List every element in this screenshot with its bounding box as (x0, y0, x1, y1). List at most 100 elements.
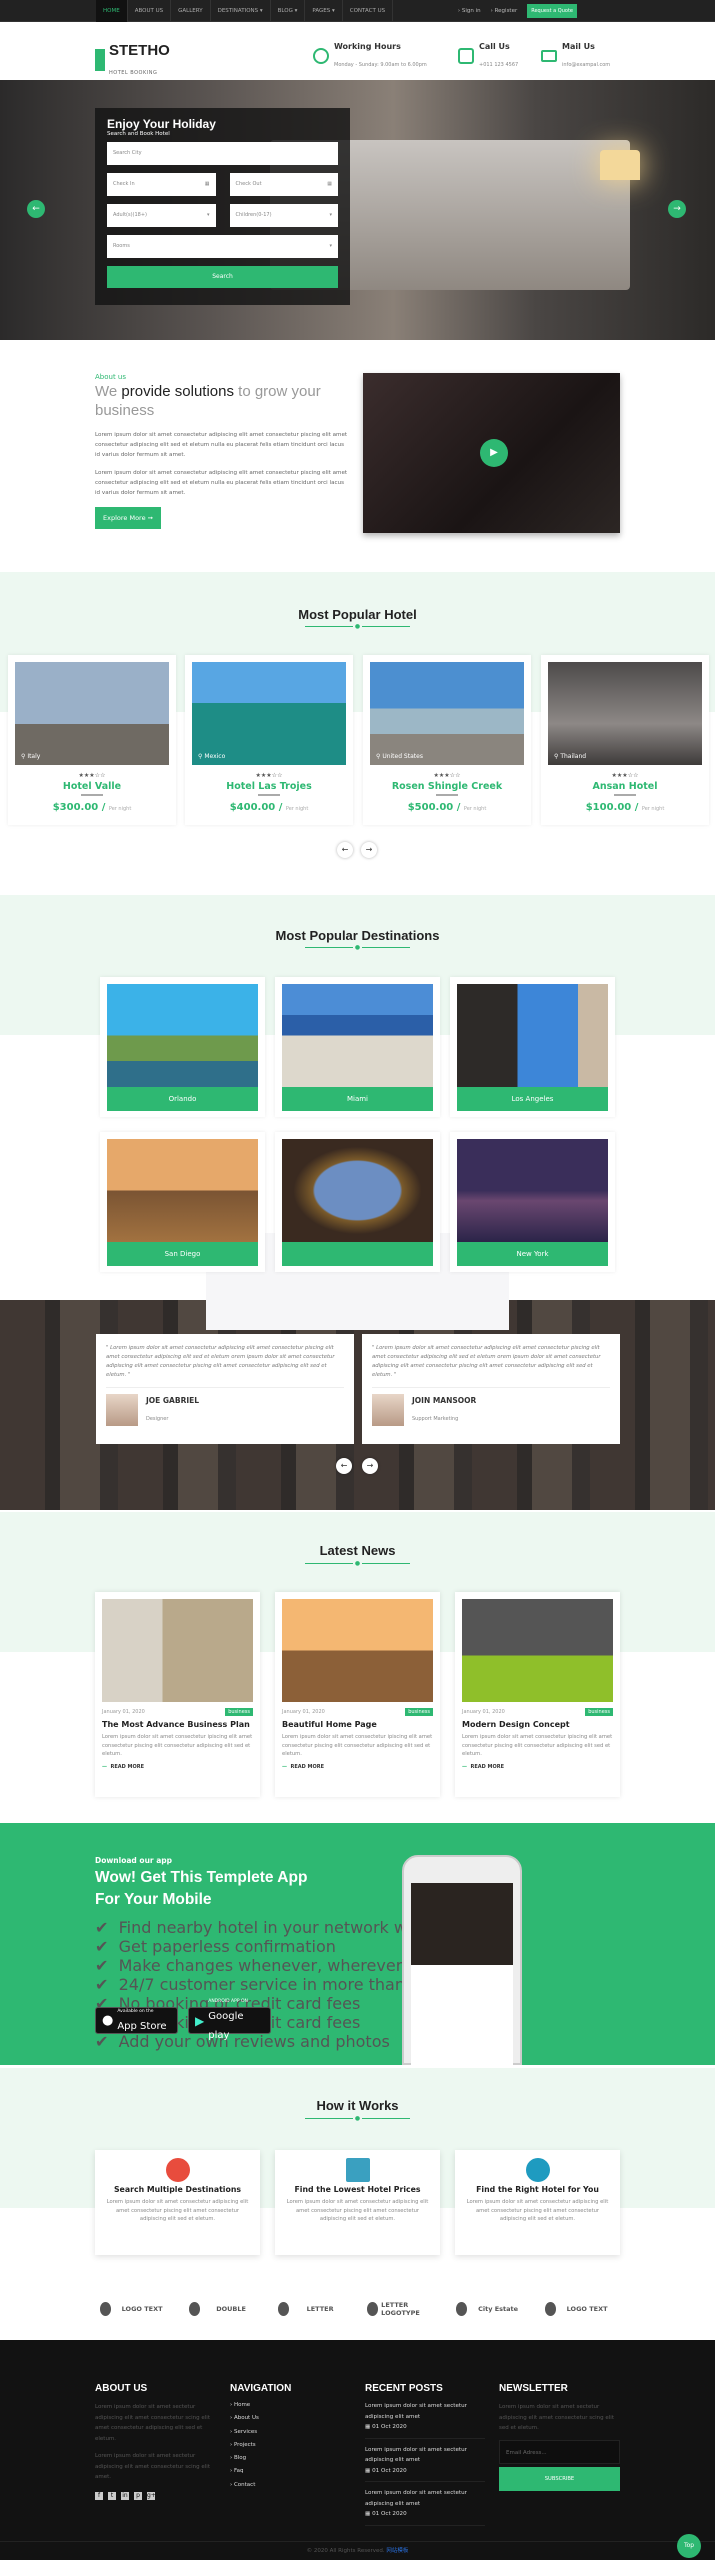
hotel-card[interactable]: ⚲ Mexico ★★★☆☆ Hotel Las Trojes $400.00 / P… (185, 655, 353, 825)
copyright-link[interactable]: 网站模板 (386, 2548, 408, 2554)
hero-next-button[interactable]: → (668, 200, 686, 218)
partner-logo[interactable]: DOUBLE (189, 2295, 259, 2323)
news-card[interactable]: January 01, 2020 business The Most Advance… (95, 1592, 260, 1797)
destination-card[interactable]: New York (450, 1132, 615, 1272)
subscribe-button[interactable]: SUBSCRIBE (499, 2467, 620, 2491)
check-in-placeholder: Check In (113, 181, 135, 187)
how-step-card: Search Multiple Destinations Lorem ipsum … (95, 2150, 260, 2255)
play-icon[interactable]: ▶ (480, 439, 508, 467)
about-paragraph-1: Lorem ipsum dolor sit amet consectetur a… (95, 432, 348, 458)
nav-home[interactable]: HOME (96, 0, 128, 22)
hotel-card[interactable]: ⚲ Thailand ★★★☆☆ Ansan Hotel $100.00 / Per … (541, 655, 709, 825)
partner-logo[interactable]: LETTER (278, 2295, 348, 2323)
sign-in-link[interactable]: › Sign in (458, 8, 481, 14)
call-number[interactable]: +011 123 4567 (479, 62, 518, 68)
news-excerpt: Lorem ipsum dolor sit amet consectetur i… (282, 1734, 433, 1757)
read-more-link[interactable]: — READ MORE (462, 1764, 613, 1770)
destination-image (107, 984, 258, 1087)
nav-blog[interactable]: BLOG ▾ (271, 0, 306, 22)
news-card[interactable]: January 01, 2020 business Modern Design Co… (455, 1592, 620, 1797)
app-store-button[interactable]: ● Available on the App Store (95, 2007, 178, 2034)
hotel-price: $100.00 / Per night (585, 802, 665, 813)
destination-card[interactable]: Miami (275, 977, 440, 1117)
logo[interactable]: STETHO HOTEL BOOKING (95, 42, 170, 78)
location-label: ⚲ Thailand (554, 753, 587, 760)
social-icon[interactable]: p (134, 2492, 142, 2500)
footer-nav-item[interactable]: › Contact (230, 2479, 259, 2492)
testimonial-card: " Lorem ipsum dolor sit amet consectetur… (362, 1334, 620, 1444)
footer-nav-title: NAVIGATION (230, 2383, 292, 2394)
recent-post[interactable]: Lorem ipsum dolor sit amet sectetur adip… (365, 2401, 485, 2439)
recent-post[interactable]: Lorem ipsum dolor sit amet sectetur adip… (365, 2445, 485, 2482)
nav-pages[interactable]: PAGES ▾ (305, 0, 343, 22)
hotel-name[interactable]: Rosen Shingle Creek (363, 781, 531, 792)
footer-nav-item[interactable]: › Home (230, 2399, 259, 2412)
news-title: Modern Design Concept (462, 1720, 570, 1729)
hotels-prev-button[interactable]: ← (337, 842, 353, 858)
check-out-input[interactable]: Check Out ▦ (229, 173, 338, 196)
hotel-card[interactable]: ⚲ United States ★★★☆☆ Rosen Shingle Creek $… (363, 655, 531, 825)
destination-card[interactable] (275, 1132, 440, 1272)
hotel-price: $300.00 / Per night (52, 802, 132, 813)
hotel-name[interactable]: Ansan Hotel (541, 781, 709, 792)
about-video[interactable]: ▶ (363, 373, 620, 533)
news-card[interactable]: January 01, 2020 business Beautiful Home P… (275, 1592, 440, 1797)
testimonial-name: JOE GABRIEL (146, 1396, 200, 1405)
news-title: Latest News (319, 1543, 396, 1558)
search-city-input[interactable]: Search City (107, 142, 338, 165)
partner-logo[interactable]: LETTER LOGOTYPE (367, 2295, 437, 2323)
hotel-name[interactable]: Hotel Valle (8, 781, 176, 792)
register-link[interactable]: › Register (491, 8, 518, 14)
testimonials-next-button[interactable]: → (362, 1458, 378, 1474)
check-in-input[interactable]: Check In ▦ (107, 173, 216, 196)
search-button[interactable]: Search (107, 266, 338, 288)
nav-destinations[interactable]: DESTINATIONS ▾ (211, 0, 271, 22)
adults-select[interactable]: Adult(s)(18+) ▾ (107, 204, 216, 227)
email-input[interactable]: Email Adress... (499, 2440, 620, 2464)
google-label: Google play (208, 2011, 244, 2041)
hotel-name[interactable]: Hotel Las Trojes (185, 781, 353, 792)
footer-nav-item[interactable]: › About Us (230, 2412, 259, 2425)
calendar-icon: ▦ (365, 2424, 371, 2430)
social-icon[interactable]: f (95, 2492, 103, 2500)
back-to-top-button[interactable]: Top (677, 2534, 701, 2558)
footer-nav-item[interactable]: › Faq (230, 2465, 259, 2478)
check-icon: ✔ (95, 1975, 109, 1994)
hotel-card[interactable]: ⚲ Italy ★★★☆☆ Hotel Valle $300.00 / Per nig… (8, 655, 176, 825)
hotels-next-button[interactable]: → (361, 842, 377, 858)
nav-about[interactable]: ABOUT US (128, 0, 172, 22)
destination-card[interactable]: Los Angeles (450, 977, 615, 1117)
rooms-select[interactable]: Rooms ▾ (107, 235, 338, 258)
mail-address[interactable]: info@exampal.com (562, 62, 610, 68)
children-value: Children(0-17) (235, 212, 272, 218)
read-more-link[interactable]: — READ MORE (102, 1764, 253, 1770)
destination-image (282, 984, 433, 1087)
testimonials-prev-button[interactable]: ← (336, 1458, 352, 1474)
play-store-icon: ▶ (195, 2013, 205, 2028)
footer-nav-item[interactable]: › Services (230, 2426, 259, 2439)
nav-contact[interactable]: CONTACT US (343, 0, 394, 22)
footer-nav-item[interactable]: › Blog (230, 2452, 259, 2465)
social-icon[interactable]: t (108, 2492, 116, 2500)
footer-nav-item[interactable]: › Projects (230, 2439, 259, 2452)
explore-more-button[interactable]: Explore More ➞ (95, 507, 162, 529)
destination-image (282, 1139, 433, 1242)
social-icon[interactable]: in (121, 2492, 129, 2500)
partner-logo[interactable]: LOGO TEXT (100, 2295, 170, 2323)
destination-name (282, 1242, 433, 1266)
news-tag: business (405, 1708, 433, 1716)
partner-logo[interactable]: LOGO TEXT (545, 2295, 615, 2323)
destinations-title: Most Popular Destinations (275, 928, 440, 943)
request-quote-button[interactable]: Request a Quote (527, 4, 577, 18)
destination-card[interactable]: Orlando (100, 977, 265, 1117)
read-more-link[interactable]: — READ MORE (282, 1764, 433, 1770)
step-title: Find the Right Hotel for You (476, 2185, 599, 2194)
recent-post[interactable]: Lorem ipsum dolor sit amet sectetur adip… (365, 2488, 485, 2526)
destination-card[interactable]: San Diego (100, 1132, 265, 1272)
hero-prev-button[interactable]: ← (27, 200, 45, 218)
social-icon[interactable]: g+ (147, 2492, 156, 2500)
partner-logo[interactable]: City Estate (456, 2295, 526, 2323)
nav-gallery[interactable]: GALLERY (171, 0, 211, 22)
google-play-button[interactable]: ▶ ANDROID APP ON Google play (188, 1999, 271, 2041)
children-select[interactable]: Children(0-17) ▾ (229, 204, 338, 227)
